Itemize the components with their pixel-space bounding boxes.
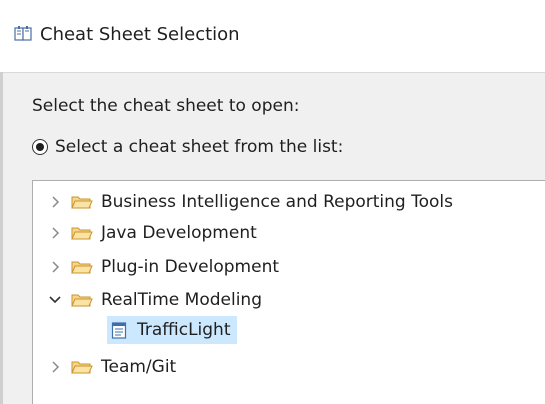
tree-item-label: Business Intelligence and Reporting Tool… xyxy=(101,192,453,212)
tree-item-realtime-modeling[interactable]: RealTime Modeling xyxy=(47,286,262,314)
folder-open-icon xyxy=(71,292,93,308)
tree-item-label: RealTime Modeling xyxy=(101,290,262,310)
tree-item-label: TrafficLight xyxy=(137,320,231,340)
tree-item-business-intelligence[interactable]: Business Intelligence and Reporting Tool… xyxy=(47,188,453,216)
folder-icon xyxy=(71,359,93,375)
chevron-right-icon[interactable] xyxy=(47,259,63,275)
selected-row-highlight[interactable]: TrafficLight xyxy=(107,316,237,344)
tree-item-label: Team/Git xyxy=(101,357,177,377)
select-from-list-option[interactable]: Select a cheat sheet from the list: xyxy=(32,136,343,158)
cheat-sheet-selection-dialog: Cheat Sheet Selection Select the cheat s… xyxy=(0,0,545,404)
folder-icon xyxy=(71,259,93,275)
title-bar: Cheat Sheet Selection xyxy=(0,0,545,73)
folder-icon xyxy=(71,225,93,241)
chevron-right-icon[interactable] xyxy=(47,194,63,210)
tree-item-label: Java Development xyxy=(101,223,257,243)
chevron-down-icon[interactable] xyxy=(47,292,63,308)
window-edge xyxy=(0,72,3,404)
tree-item-label: Plug-in Development xyxy=(101,257,280,277)
tree-item-plug-in-development[interactable]: Plug-in Development xyxy=(47,253,279,281)
window-title: Cheat Sheet Selection xyxy=(40,24,240,45)
chevron-right-icon[interactable] xyxy=(47,359,63,375)
cheat-sheet-tree[interactable]: Business Intelligence and Reporting Tool… xyxy=(32,180,545,404)
radio-button-selected[interactable] xyxy=(32,139,48,155)
tree-item-trafficlight[interactable]: TrafficLight xyxy=(107,316,237,344)
chevron-right-icon[interactable] xyxy=(47,225,63,241)
folder-icon xyxy=(71,194,93,210)
cheat-sheet-window-icon xyxy=(14,26,32,42)
cheat-sheet-icon xyxy=(111,321,127,339)
dialog-prompt: Select the cheat sheet to open: xyxy=(32,96,300,116)
radio-label: Select a cheat sheet from the list: xyxy=(55,137,344,157)
tree-item-team-git[interactable]: Team/Git xyxy=(47,353,176,381)
tree-item-java-development[interactable]: Java Development xyxy=(47,219,257,247)
